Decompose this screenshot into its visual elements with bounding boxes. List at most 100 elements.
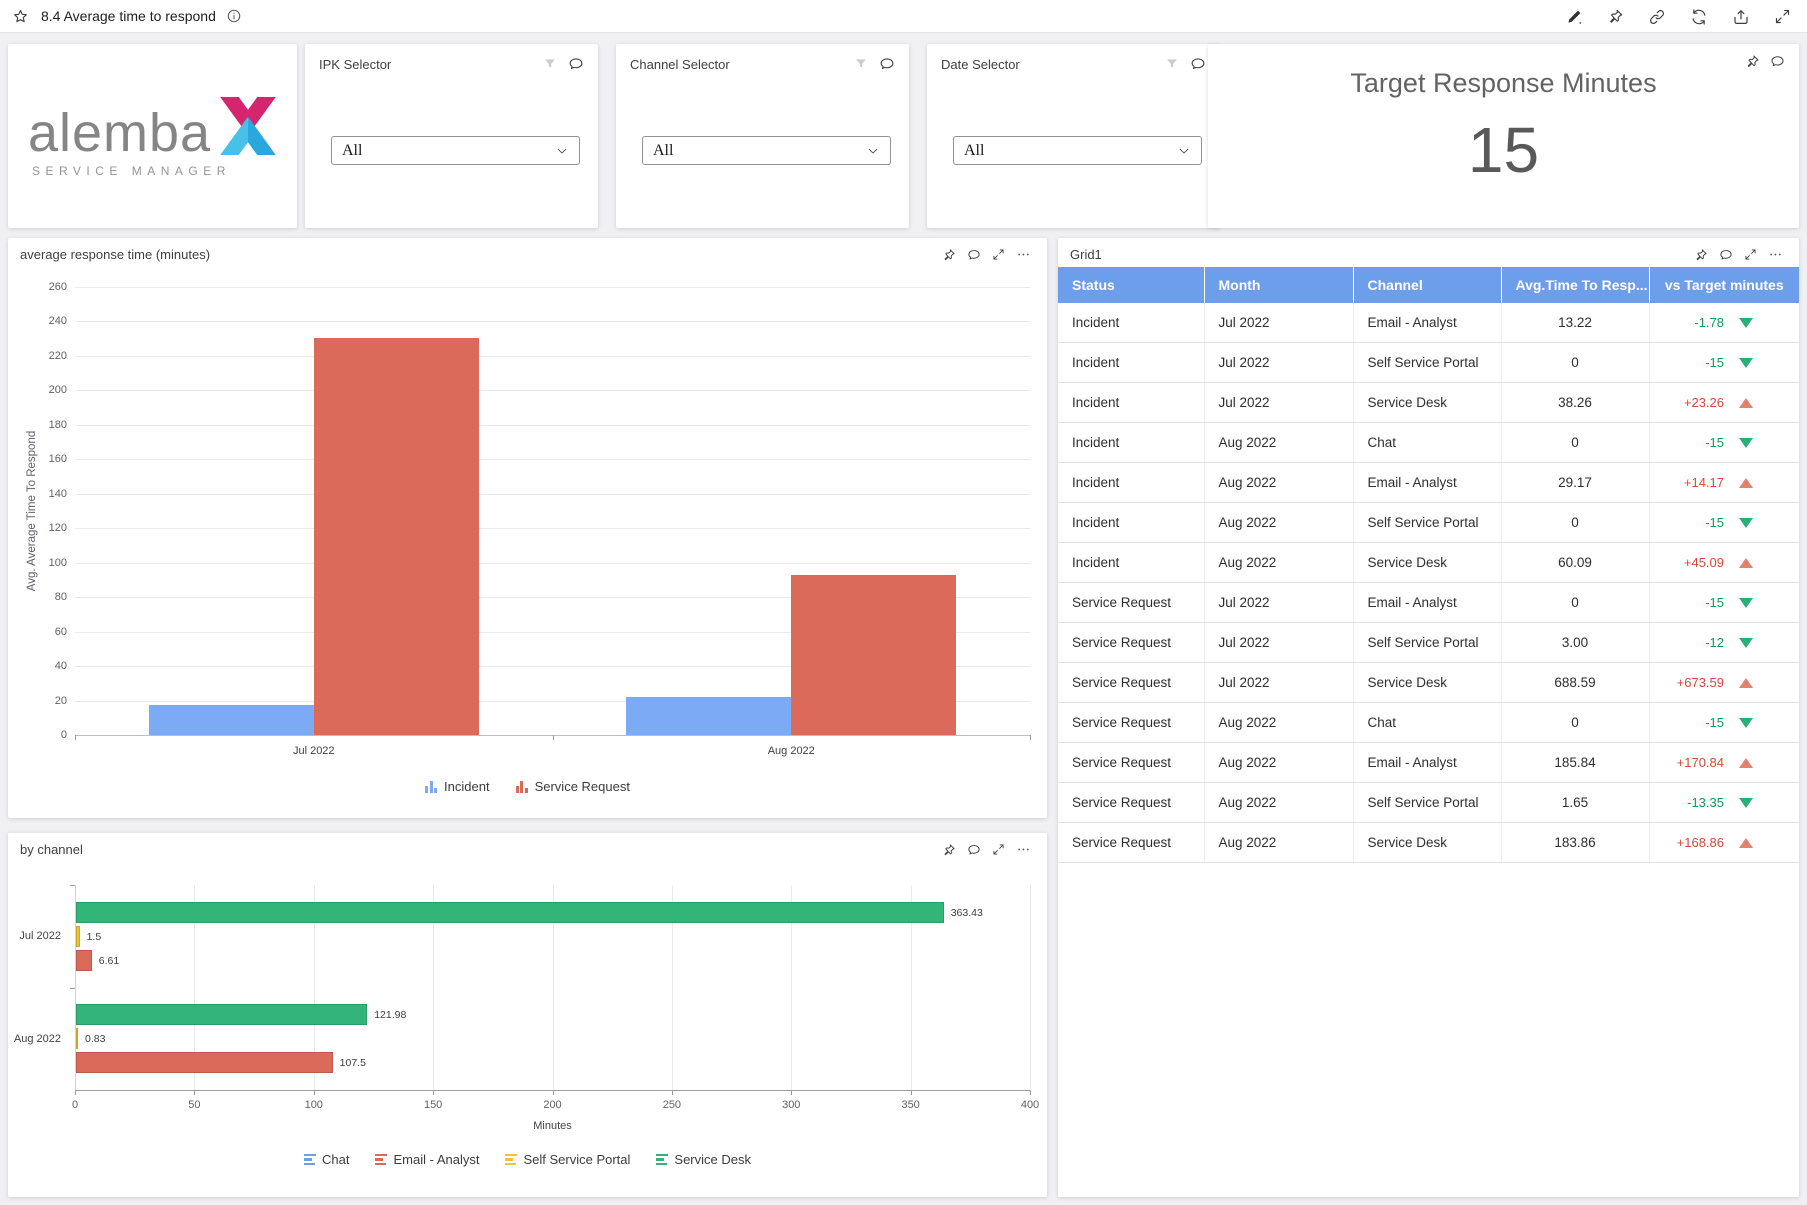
column-header-vs-target-minutes[interactable]: vs Target minutes	[1649, 267, 1799, 303]
pin-icon[interactable]	[1745, 54, 1760, 69]
column-header-status[interactable]: Status	[1058, 267, 1204, 303]
pin-icon[interactable]	[1694, 248, 1708, 262]
y-tick-label: 80	[27, 591, 67, 603]
dropdown-value: All	[964, 142, 984, 160]
legend-item-service-desk[interactable]: Service Desk	[656, 1152, 751, 1167]
gridline	[75, 425, 1030, 426]
card-title: Date Selector	[941, 57, 1020, 72]
delta-value: -15	[1705, 715, 1724, 730]
table-cell: Aug 2022	[1204, 823, 1353, 863]
table-cell: 0	[1501, 703, 1649, 743]
table-cell: Aug 2022	[1204, 783, 1353, 823]
table-cell-delta: +23.26	[1649, 383, 1799, 423]
table-cell: Self Service Portal	[1353, 343, 1501, 383]
table-row: IncidentJul 2022Email - Analyst13.22-1.7…	[1058, 303, 1799, 343]
bar-service-request-jul-2022[interactable]	[314, 338, 479, 735]
comment-icon[interactable]	[568, 56, 584, 72]
filter-icon[interactable]	[1164, 56, 1180, 72]
gridline	[75, 356, 1030, 357]
by-channel-chart: 050100150200250300350400363.431.56.61Jul…	[8, 833, 1047, 1197]
trend-down-icon	[1739, 718, 1753, 728]
edit-icon[interactable]	[1565, 8, 1583, 26]
table-cell: 0	[1501, 423, 1649, 463]
comment-icon[interactable]	[879, 56, 895, 72]
trend-down-icon	[1739, 518, 1753, 528]
axis-tick	[70, 988, 75, 989]
channel-selector-dropdown[interactable]: All	[642, 136, 891, 165]
bar-email-analyst-aug-2022[interactable]	[76, 1052, 333, 1073]
bar-service-desk-aug-2022[interactable]	[76, 1004, 367, 1025]
table-cell: Jul 2022	[1204, 583, 1353, 623]
pin-icon[interactable]	[1607, 8, 1624, 25]
bar-email-analyst-jul-2022[interactable]	[76, 950, 92, 971]
bar-service-desk-jul-2022[interactable]	[76, 902, 944, 923]
star-icon[interactable]	[12, 8, 29, 25]
table-cell-delta: -15	[1649, 703, 1799, 743]
legend-item-chat[interactable]: Chat	[304, 1152, 349, 1167]
bar-incident-jul-2022[interactable]	[149, 705, 314, 735]
comment-icon[interactable]	[1190, 56, 1206, 72]
axis-tick	[1030, 1090, 1031, 1095]
table-cell-delta: +673.59	[1649, 663, 1799, 703]
table-cell: Chat	[1353, 423, 1501, 463]
column-header-channel[interactable]: Channel	[1353, 267, 1501, 303]
column-header-month[interactable]: Month	[1204, 267, 1353, 303]
legend-item-incident[interactable]: Incident	[425, 779, 490, 794]
table-cell: Service Request	[1058, 583, 1204, 623]
trend-down-icon	[1739, 358, 1753, 368]
expand-icon[interactable]	[1774, 8, 1791, 25]
gridline	[75, 528, 1030, 529]
alemba-x-icon	[219, 94, 277, 158]
axis-tick	[70, 885, 75, 886]
y-tick-label: 60	[27, 626, 67, 638]
table-cell: 38.26	[1501, 383, 1649, 423]
legend-item-email-analyst[interactable]: Email - Analyst	[375, 1152, 479, 1167]
y-tick-label: 0	[27, 729, 67, 741]
date-selector-dropdown[interactable]: All	[953, 136, 1202, 165]
table-cell: Incident	[1058, 303, 1204, 343]
table-cell: 688.59	[1501, 663, 1649, 703]
x-tick-label: 100	[305, 1099, 323, 1111]
bar-service-request-aug-2022[interactable]	[791, 575, 956, 735]
table-cell-delta: +170.84	[1649, 743, 1799, 783]
bar-value-label: 107.5	[340, 1057, 366, 1069]
table-cell: Service Request	[1058, 623, 1204, 663]
table-cell: 13.22	[1501, 303, 1649, 343]
bar-value-label: 1.5	[87, 931, 102, 943]
table-cell: 185.84	[1501, 743, 1649, 783]
bar-self-service-portal-jul-2022[interactable]	[76, 926, 80, 947]
legend-label: Email - Analyst	[393, 1152, 479, 1167]
card-title: Channel Selector	[630, 57, 730, 72]
export-icon[interactable]	[1732, 8, 1750, 26]
legend-item-self-service-portal[interactable]: Self Service Portal	[505, 1152, 630, 1167]
table-row: Service RequestJul 2022Service Desk688.5…	[1058, 663, 1799, 703]
expand-icon[interactable]	[1744, 248, 1757, 261]
table-cell-delta: -15	[1649, 583, 1799, 623]
ipk-selector-dropdown[interactable]: All	[331, 136, 580, 165]
filter-icon[interactable]	[542, 56, 558, 72]
refresh-icon[interactable]	[1690, 8, 1708, 26]
filter-icon[interactable]	[853, 56, 869, 72]
y-tick-label: 220	[27, 350, 67, 362]
bar-incident-aug-2022[interactable]	[626, 697, 791, 735]
link-icon[interactable]	[1648, 8, 1666, 26]
column-header-avg-time-to-resp[interactable]: Avg.Time To Resp...	[1501, 267, 1649, 303]
by-channel-chart-panel: by channel 050100150200250300350400363.4…	[8, 833, 1047, 1197]
delta-value: -13.35	[1687, 795, 1724, 810]
gridline	[75, 459, 1030, 460]
x-axis-title: Minutes	[533, 1120, 572, 1132]
legend-item-service-request[interactable]: Service Request	[516, 779, 630, 794]
info-icon[interactable]	[226, 8, 242, 24]
more-icon[interactable]	[1768, 247, 1783, 262]
bar-self-service-portal-aug-2022[interactable]	[76, 1028, 78, 1049]
chart-legend: Chat Email - Analyst Self Service Portal Se…	[8, 1152, 1047, 1167]
table-cell-delta: -15	[1649, 343, 1799, 383]
card-title: IPK Selector	[319, 57, 391, 72]
table-cell-delta: -15	[1649, 423, 1799, 463]
comment-icon[interactable]	[1770, 54, 1785, 69]
trend-up-icon	[1739, 758, 1753, 768]
trend-up-icon	[1739, 838, 1753, 848]
logo-card: alemba SERVICE MANAGER	[8, 44, 297, 228]
x-tick-label: 200	[543, 1099, 561, 1111]
comment-icon[interactable]	[1719, 248, 1733, 262]
